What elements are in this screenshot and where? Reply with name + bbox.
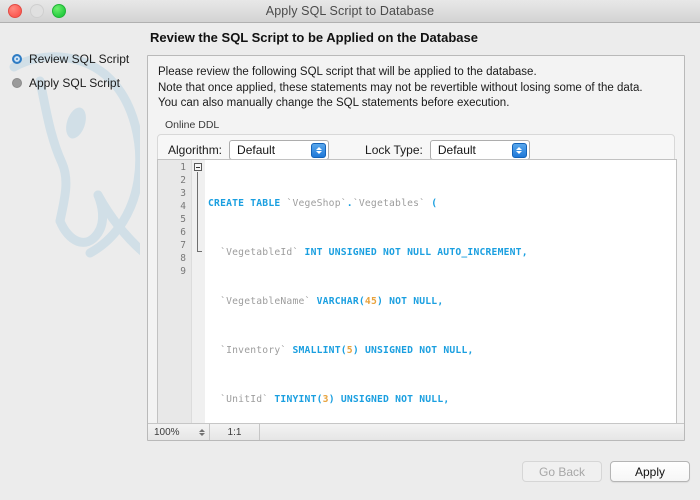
code-line: `VegetableId` INT UNSIGNED NOT NULL AUTO… [220, 247, 528, 258]
intro-line: Note that once applied, these statements… [158, 81, 643, 94]
cursor-position: 1:1 [210, 424, 260, 440]
lock-type-label: Lock Type: [365, 142, 423, 157]
sidebar-item-review-sql-script[interactable]: Review SQL Script [0, 47, 140, 71]
zoom-value: 100% [154, 426, 180, 438]
go-back-button[interactable]: Go Back [522, 461, 602, 482]
sql-editor[interactable]: 1 2 3 4 5 6 7 8 9 CREATE TABLE `VegeShop… [157, 159, 677, 431]
line-number: 2 [180, 175, 186, 186]
minimize-button[interactable] [30, 4, 44, 18]
code-line: `VegetableName` VARCHAR(45) NOT NULL, [220, 296, 444, 307]
sidebar: Review SQL Script Apply SQL Script [0, 23, 140, 500]
lock-type-value: Default [437, 142, 476, 157]
window-controls [8, 0, 66, 22]
apply-button[interactable]: Apply [610, 461, 690, 482]
sql-code-text[interactable]: CREATE TABLE `VegeShop`.`Vegetables` ( `… [205, 160, 676, 430]
window-title: Apply SQL Script to Database [265, 4, 435, 18]
intro-line: You can also manually change the SQL sta… [158, 97, 510, 109]
close-button[interactable] [8, 4, 22, 18]
code-line: `UnitId` TINYINT(3) UNSIGNED NOT NULL, [220, 394, 450, 405]
fold-guide-line [197, 172, 198, 252]
cursor-position-value: 1:1 [227, 426, 242, 438]
status-bar-filler [260, 424, 684, 440]
line-number: 4 [180, 201, 186, 212]
sidebar-item-label: Apply SQL Script [29, 76, 120, 90]
lock-type-select[interactable]: Default [429, 139, 530, 160]
step-indicator-active-icon [12, 54, 22, 64]
code-folding-column[interactable] [192, 160, 205, 430]
sidebar-item-apply-sql-script[interactable]: Apply SQL Script [0, 71, 140, 95]
dialog-window: Apply SQL Script to Database Review SQL … [0, 0, 700, 500]
step-indicator-inactive-icon [12, 78, 22, 88]
code-line: CREATE TABLE `VegeShop`.`Vegetables` ( [208, 198, 438, 209]
dialog-body: Review SQL Script Apply SQL Script Revie… [0, 23, 700, 500]
algorithm-select[interactable]: Default [229, 139, 330, 160]
line-number: 6 [180, 227, 186, 238]
sidebar-item-label: Review SQL Script [29, 52, 130, 66]
content-panel: Please review the following SQL script t… [147, 55, 685, 441]
algorithm-label: Algorithm: [168, 142, 223, 157]
code-line: `Inventory` SMALLINT(5) UNSIGNED NOT NUL… [220, 345, 474, 356]
line-number: 3 [180, 188, 186, 199]
editor-status-bar: 100% 1:1 [148, 423, 684, 440]
dialog-footer: Go Back Apply [140, 447, 700, 500]
online-ddl-legend: Online DDL [165, 118, 220, 131]
collapse-block-icon[interactable] [194, 163, 202, 171]
page-title: Review the SQL Script to be Applied on t… [150, 30, 478, 45]
line-number: 9 [180, 266, 186, 277]
line-number: 7 [180, 240, 186, 251]
zoom-stepper-icon[interactable] [199, 428, 205, 436]
chevron-updown-icon[interactable] [511, 142, 527, 158]
line-number: 8 [180, 253, 186, 264]
main-panel: Review the SQL Script to be Applied on t… [140, 23, 700, 500]
fold-guide-foot [197, 251, 202, 252]
maximize-button[interactable] [52, 4, 66, 18]
line-number: 5 [180, 214, 186, 225]
line-number: 1 [180, 162, 186, 173]
wizard-steps: Review SQL Script Apply SQL Script [0, 23, 140, 95]
chevron-updown-icon[interactable] [311, 142, 327, 158]
intro-line: Please review the following SQL script t… [158, 66, 537, 78]
algorithm-value: Default [237, 142, 276, 157]
zoom-control[interactable]: 100% [148, 424, 210, 440]
line-number-gutter: 1 2 3 4 5 6 7 8 9 [158, 160, 192, 430]
title-bar: Apply SQL Script to Database [0, 0, 700, 23]
